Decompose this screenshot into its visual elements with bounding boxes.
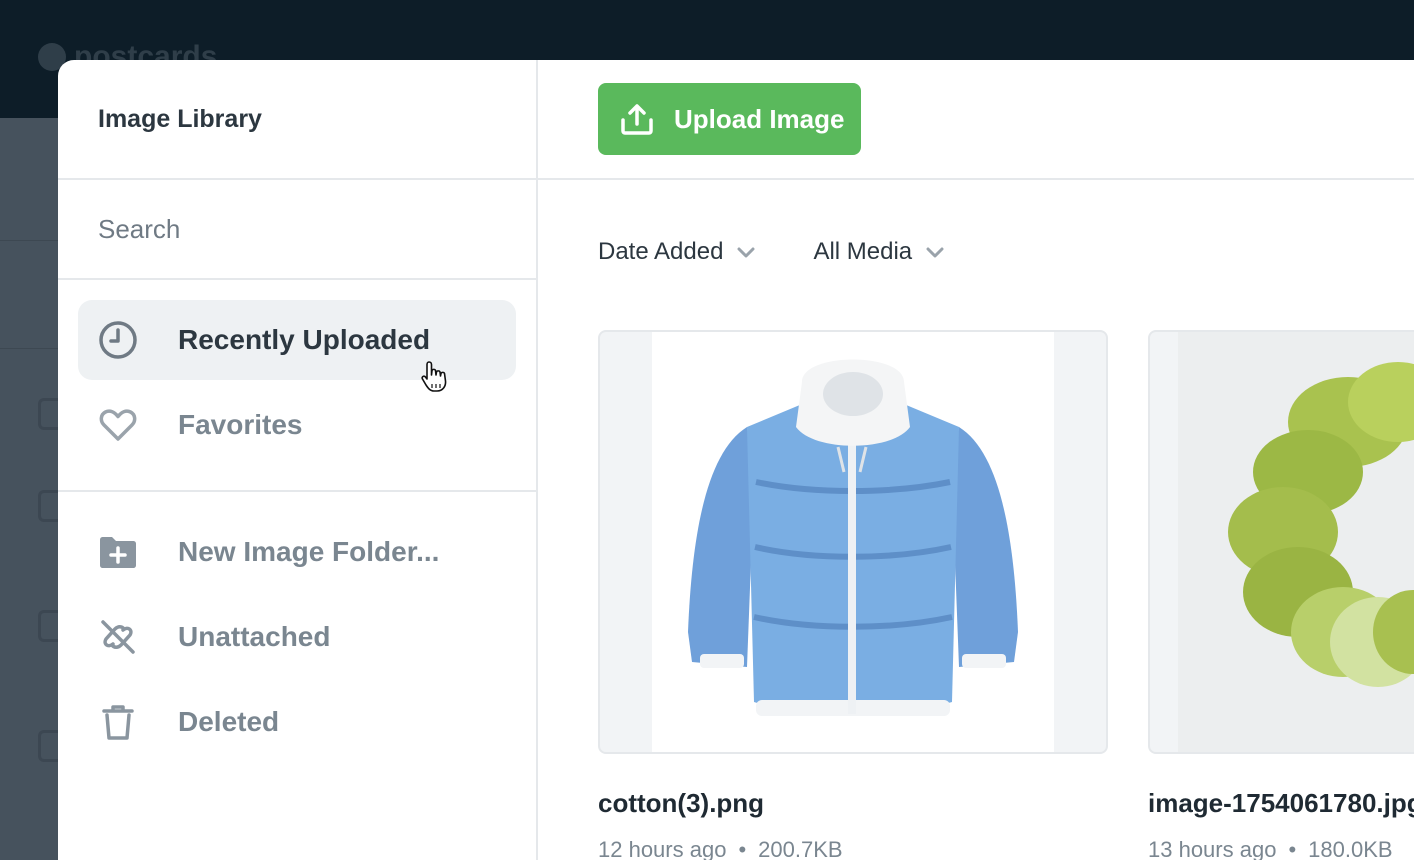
secondary-nav: New Image Folder... Unattached Deleted bbox=[58, 492, 536, 787]
media-type-label: All Media bbox=[813, 238, 913, 265]
image-thumbnail[interactable] bbox=[1148, 330, 1414, 754]
sidebar-item-favorites[interactable]: Favorites bbox=[78, 385, 516, 465]
sidebar-item-recently-uploaded[interactable]: Recently Uploaded bbox=[78, 300, 516, 392]
sidebar-item-new-image-folder[interactable]: New Image Folder... bbox=[78, 512, 516, 592]
image-uploaded-time: 13 hours ago bbox=[1148, 837, 1277, 860]
clock-icon bbox=[98, 320, 138, 360]
primary-nav: Recently Uploaded Favorites bbox=[58, 280, 536, 492]
chevron-down-icon bbox=[926, 238, 944, 266]
search-row bbox=[58, 180, 536, 280]
media-type-dropdown[interactable]: All Media bbox=[813, 238, 944, 266]
filter-bar: Date Added All Media bbox=[598, 238, 944, 266]
trash-icon bbox=[98, 702, 138, 742]
sidebar-item-label: Recently Uploaded bbox=[178, 324, 431, 355]
green-discs-image bbox=[1228, 362, 1414, 687]
sidebar-item-label: New Image Folder... bbox=[178, 536, 440, 567]
unlink-icon bbox=[98, 617, 138, 657]
image-file-size: 200.7KB bbox=[758, 837, 843, 860]
sidebar-header: Image Library bbox=[58, 60, 536, 180]
upload-image-button[interactable]: Upload Image bbox=[598, 83, 861, 155]
background-divider bbox=[0, 240, 60, 241]
library-sidebar: Image Library Recently Uploaded Favorite… bbox=[58, 60, 538, 860]
background-divider bbox=[0, 348, 60, 349]
image-library-modal: Image Library Recently Uploaded Favorite… bbox=[58, 60, 1414, 860]
image-filename: cotton(3).png bbox=[598, 788, 765, 818]
image-file-size: 180.0KB bbox=[1308, 837, 1393, 860]
chevron-down-icon bbox=[737, 238, 755, 266]
sort-dropdown-date-added[interactable]: Date Added bbox=[598, 238, 755, 266]
image-filename: image-1754061780.jpg bbox=[1148, 788, 1414, 818]
library-title: Image Library bbox=[98, 104, 262, 133]
sidebar-item-unattached[interactable]: Unattached bbox=[78, 597, 516, 677]
image-card[interactable]: cotton(3).png 12 hours ago • 200.7KB bbox=[598, 330, 1108, 860]
sidebar-item-label: Favorites bbox=[178, 409, 303, 440]
library-content: Upload Image Date Added All Media cotton… bbox=[538, 60, 1414, 860]
sidebar-item-label: Deleted bbox=[178, 706, 280, 737]
sidebar-item-deleted[interactable]: Deleted bbox=[78, 682, 516, 762]
image-canvas bbox=[652, 332, 1054, 752]
image-meta: 13 hours ago • 180.0KB bbox=[1148, 837, 1414, 860]
image-card[interactable]: image-1754061780.jpg 13 hours ago • 180.0K… bbox=[1148, 330, 1414, 860]
folder-plus-icon bbox=[98, 532, 138, 572]
upload-image-label: Upload Image bbox=[674, 103, 845, 134]
meta-separator: • bbox=[1288, 837, 1297, 860]
image-uploaded-time: 12 hours ago bbox=[598, 837, 727, 860]
upload-icon bbox=[620, 102, 654, 136]
sort-dropdown-label: Date Added bbox=[598, 238, 724, 265]
search-input[interactable] bbox=[98, 213, 478, 245]
image-canvas bbox=[1178, 332, 1414, 752]
image-thumbnail[interactable] bbox=[598, 330, 1108, 754]
library-toolbar: Upload Image bbox=[538, 60, 1414, 180]
image-meta: 12 hours ago • 200.7KB bbox=[598, 837, 1108, 860]
background-sidebar bbox=[0, 118, 63, 860]
puffer-jacket-image bbox=[688, 359, 1018, 716]
heart-icon bbox=[98, 405, 138, 445]
meta-separator: • bbox=[738, 837, 747, 860]
sidebar-item-label: Unattached bbox=[178, 621, 331, 652]
